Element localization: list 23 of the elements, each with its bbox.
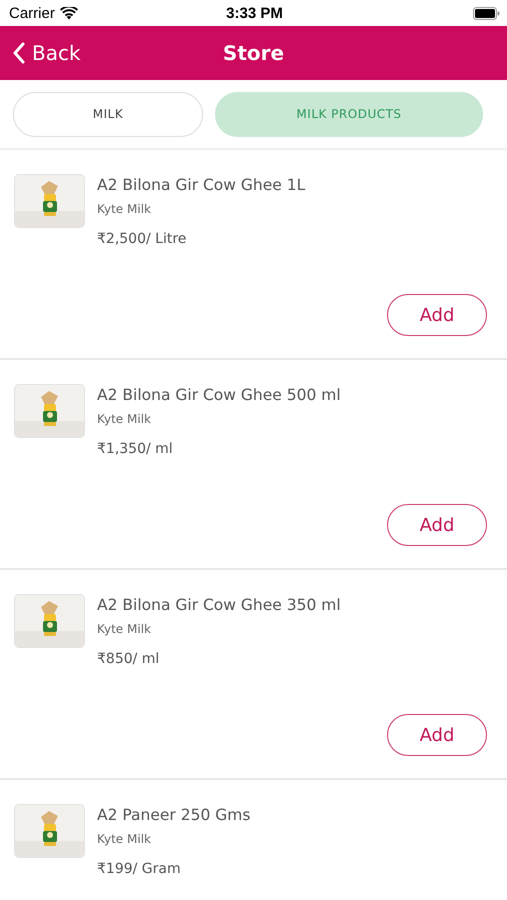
product-price: ₹850/ ml: [97, 651, 160, 667]
brand-name: Kyte Milk: [97, 412, 152, 426]
page-title: Store: [222, 41, 284, 65]
back-button[interactable]: Back: [12, 41, 81, 65]
add-button[interactable]: Add: [387, 294, 487, 336]
brand-name: Kyte Milk: [97, 202, 152, 216]
product-price: ₹1,350/ ml: [97, 441, 174, 457]
product-name: A2 Bilona Gir Cow Ghee 350 ml: [97, 596, 342, 614]
wifi-icon: [60, 6, 78, 20]
brand-name: Kyte Milk: [97, 832, 152, 846]
product-name: A2 Paneer 250 Gms: [97, 806, 252, 824]
chevron-icon: [12, 42, 25, 64]
category-tab[interactable]: MILK: [13, 92, 203, 136]
product-name: A2 Bilona Gir Cow Ghee 500 ml: [97, 386, 342, 404]
product-price: ₹2,500/ Litre: [97, 231, 188, 247]
status-time: 3:33 PM: [226, 4, 283, 22]
battery-icon: [472, 6, 500, 20]
add-button[interactable]: Add: [387, 504, 487, 546]
product-price: ₹199/ Gram: [97, 861, 182, 877]
brand-name: Kyte Milk: [97, 622, 152, 636]
carrier-name: Carrier: [9, 4, 55, 22]
product-name: A2 Bilona Gir Cow Ghee 1L: [97, 176, 306, 194]
add-button[interactable]: Add: [387, 714, 487, 756]
